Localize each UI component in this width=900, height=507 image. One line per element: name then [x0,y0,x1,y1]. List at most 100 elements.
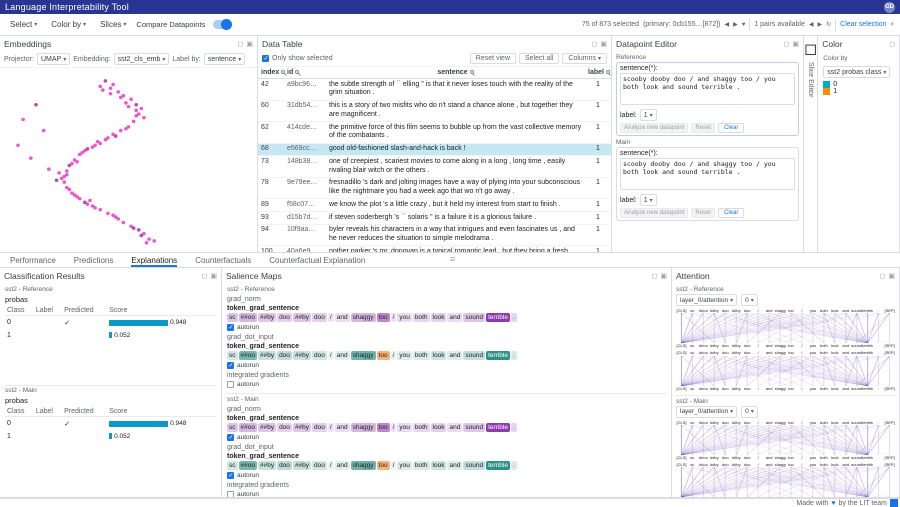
embedding-point[interactable] [132,226,136,230]
salience-token[interactable]: / [391,461,397,470]
salience-token[interactable]: both [413,423,430,432]
salience-token[interactable]: ##by [293,313,311,322]
salience-token[interactable]: doo [312,351,327,360]
salience-token[interactable]: / [328,423,334,432]
salience-token[interactable]: too [377,313,390,322]
embedding-point[interactable] [119,129,123,133]
favorite-icon[interactable]: ♥ [742,22,746,28]
salience-token[interactable]: sound [463,461,485,470]
salience-token[interactable]: sc [227,313,238,322]
table-row[interactable]: 10040a6e9…nother parker 's mr. donovan i… [258,246,611,252]
maximize-icon[interactable]: ◻ [880,272,886,280]
embedding-point[interactable] [86,202,90,206]
embedding-point[interactable] [147,237,151,241]
salience-token[interactable]: ##by [293,423,311,432]
salience-token[interactable]: sound [463,423,485,432]
embedding-point[interactable] [109,86,113,90]
tab-performance[interactable]: Performance [10,253,56,267]
salience-token[interactable]: both [413,461,430,470]
salience-token[interactable]: you [397,313,411,322]
salience-token[interactable]: sc [227,351,238,360]
salience-token[interactable]: too [377,423,390,432]
embedding-point[interactable] [129,97,133,101]
drag-handle-icon[interactable]: ≡ [450,254,455,264]
table-row[interactable]: 42a9bc96…the subtle strength of `` ellin… [258,79,611,101]
salience-token[interactable]: you [397,351,411,360]
popout-icon[interactable]: ▣ [888,272,895,280]
salience-token[interactable]: . [511,313,517,322]
salience-token[interactable]: look [431,351,447,360]
color-by-select[interactable]: sst2 probas class▾ [823,66,890,78]
salience-token[interactable]: / [391,351,397,360]
salience-token[interactable]: ##by [258,313,276,322]
salience-token[interactable]: ##oo [239,461,257,470]
embedding-point[interactable] [42,129,46,133]
embedding-point[interactable] [86,147,90,151]
embedding-point[interactable] [104,79,108,83]
salience-token[interactable]: and [335,423,350,432]
table-row[interactable]: 9410f9aa…byler reveals his characters in… [258,224,611,246]
salience-token[interactable]: both [413,351,430,360]
embedding-point[interactable] [101,88,105,92]
embedding-point[interactable] [57,171,61,175]
salience-token[interactable]: ##oo [239,423,257,432]
embedding-point[interactable] [111,132,115,136]
slice-editor-collapsed[interactable]: ◻ Slice Editor [804,36,818,253]
embedding-point[interactable] [140,107,144,111]
embedding-point[interactable] [134,109,138,113]
salience-token[interactable]: and [447,313,462,322]
autorun-checkbox[interactable]: autorun [227,434,666,441]
salience-token[interactable]: look [431,313,447,322]
embedding-point[interactable] [111,83,115,87]
embedding-point[interactable] [62,180,66,184]
only-show-selected-checkbox[interactable] [262,55,269,62]
reset-button[interactable]: Reset [691,208,715,218]
embedding-point[interactable] [65,173,69,177]
embedding-point[interactable] [152,239,156,243]
popout-icon[interactable]: ▣ [660,272,667,280]
salience-token[interactable]: . [511,423,517,432]
embedding-point[interactable] [116,217,120,221]
salience-token[interactable]: sc [227,461,238,470]
reset-view-button[interactable]: Reset view [470,53,516,64]
salience-token[interactable]: doo [312,461,327,470]
prev-datapoint-icon[interactable]: ◀ [724,21,729,28]
embedding-point[interactable] [75,160,79,164]
embedding-point[interactable] [65,169,69,173]
embedding-point[interactable] [16,143,20,147]
autorun-checkbox[interactable]: autorun [227,381,666,388]
select-all-button[interactable]: Select all [519,53,559,64]
embedding-point[interactable] [122,221,126,225]
salience-token[interactable]: doo [277,351,292,360]
embedding-point[interactable] [93,143,97,147]
projector-select[interactable]: UMAP▾ [37,53,70,65]
sentence-textarea[interactable]: scooby dooby doo / and shaggy too / you … [620,73,795,105]
salience-token[interactable]: ##by [258,461,276,470]
salience-token[interactable]: ##oo [239,313,257,322]
salience-token[interactable]: you [397,423,411,432]
salience-token[interactable]: too [377,461,390,470]
embedding-point[interactable] [106,136,110,140]
clear-button[interactable]: Clear [718,208,744,218]
maximize-icon[interactable]: ◻ [889,40,895,48]
salience-token[interactable]: doo [312,423,327,432]
embedding-point[interactable] [145,241,149,245]
salience-token[interactable]: doo [277,461,292,470]
embedding-point[interactable] [47,167,51,171]
analyze-new-datapoint-button[interactable]: Analyze new datapoint [620,208,688,218]
maximize-icon[interactable]: ◻ [592,40,598,48]
salience-token[interactable]: / [391,313,397,322]
table-row[interactable]: 68e569cc…good old-fashioned slash-and-ha… [258,143,611,156]
embedding-point[interactable] [140,234,144,238]
table-row[interactable]: 89f58c07…we know the plot 's a little cr… [258,199,611,212]
embedding-point[interactable] [124,101,128,105]
autorun-checkbox[interactable]: autorun [227,324,666,331]
embedding-point[interactable] [93,206,97,210]
salience-token[interactable]: and [447,351,462,360]
salience-token[interactable]: look [431,423,447,432]
embedding-point[interactable] [96,140,100,144]
maximize-icon[interactable]: ◻ [238,40,244,48]
tab-explanations[interactable]: Explanations [131,253,177,267]
slices-menu[interactable]: Slices▾ [96,18,130,31]
salience-token[interactable]: and [447,461,462,470]
